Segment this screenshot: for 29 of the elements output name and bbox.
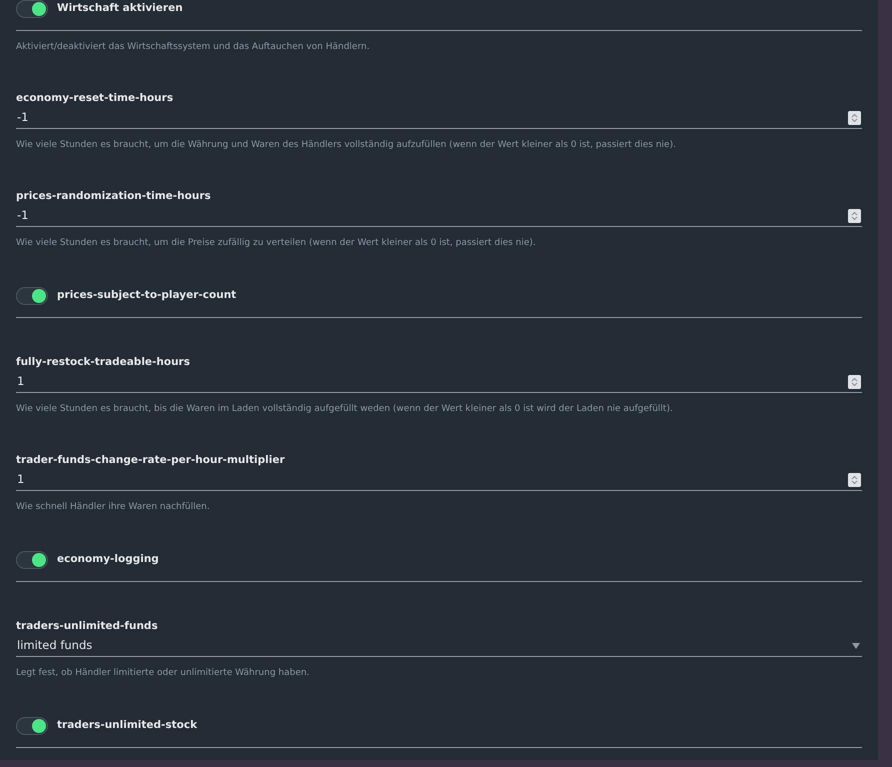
- help-text: Wie viele Stunden es braucht, um die Preise zufällig zu verteilen (wenn der Wert kleiner als 0 ist, passiert dies nie).: [16, 237, 537, 250]
- setting-label: Wirtschaft aktivieren: [57, 1, 183, 16]
- setting-label: traders-unlimited-funds: [16, 619, 159, 633]
- caret-icon: [851, 642, 861, 650]
- setting-label: economy-reset-time-hours: [16, 91, 174, 105]
- help-text: Wie viele Stunden es braucht, um die Währung und Waren des Händlers vollständig aufzufüllen (wenn der Wert kleiner als 0 ist, passiert dies nie).: [16, 139, 677, 152]
- setting-label: economy-logging: [57, 552, 159, 568]
- toggle-switch[interactable]: [16, 551, 48, 569]
- toggle-switch[interactable]: [16, 717, 48, 735]
- setting-label: trader-funds-change-rate-per-hour-multiplier: [16, 453, 286, 467]
- spinner-icon[interactable]: [848, 374, 861, 388]
- help-text: Wie viele Stunden es braucht, bis die Waren im Laden vollständig aufgefüllt weden (wenn der Wert kleiner als 0 ist wird der Laden nie aufgefüllt).: [16, 403, 674, 416]
- setting-label: prices-randomization-time-hours: [16, 189, 212, 203]
- toggle-switch[interactable]: [16, 0, 48, 18]
- setting-label: fully-restock-tradeable-hours: [16, 355, 191, 369]
- help-text: Wie schnell Händler ihre Waren nachfüllen.: [16, 501, 211, 514]
- spinner-icon[interactable]: [848, 208, 861, 222]
- dropdown[interactable]: limited funds: [16, 635, 862, 657]
- number-field[interactable]: 1: [16, 371, 862, 393]
- spinner-icon[interactable]: [848, 110, 861, 124]
- spinner-icon[interactable]: [848, 472, 861, 486]
- number-field[interactable]: 1: [16, 469, 862, 491]
- help-text: Aktiviert/deaktiviert das Wirtschaftssystem und das Auftauchen von Händlern.: [16, 41, 371, 54]
- number-field[interactable]: -1: [16, 107, 862, 129]
- toggle-switch[interactable]: [16, 287, 48, 305]
- number-field[interactable]: -1: [16, 205, 862, 227]
- setting-label: traders-unlimited-stock: [57, 718, 198, 734]
- help-text: Legt fest, ob Händler limitierte oder unlimitierte Währung haben.: [16, 667, 310, 680]
- setting-label: prices-subject-to-player-count: [57, 288, 236, 304]
